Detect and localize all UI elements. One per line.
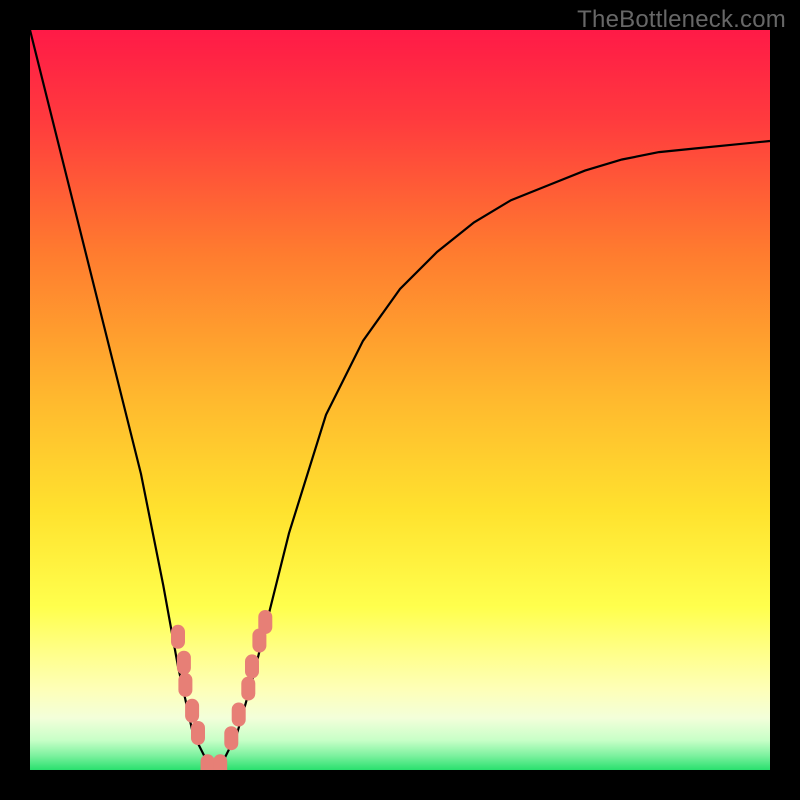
curve-marker [201, 754, 215, 770]
curve-marker [213, 754, 227, 770]
curve-marker [258, 610, 272, 634]
curve-marker [245, 654, 259, 678]
curve-marker [178, 673, 192, 697]
curve-marker [224, 726, 238, 750]
curve-marker [185, 699, 199, 723]
plot-area [30, 30, 770, 770]
curve-markers [171, 610, 272, 770]
chart-frame: TheBottleneck.com [0, 0, 800, 800]
curve-marker [241, 677, 255, 701]
curve-path [30, 30, 770, 770]
curve-marker [171, 625, 185, 649]
curve-marker [232, 703, 246, 727]
bottleneck-curve [30, 30, 770, 770]
curve-marker [177, 651, 191, 675]
watermark-text: TheBottleneck.com [577, 6, 786, 34]
curve-marker [191, 721, 205, 745]
